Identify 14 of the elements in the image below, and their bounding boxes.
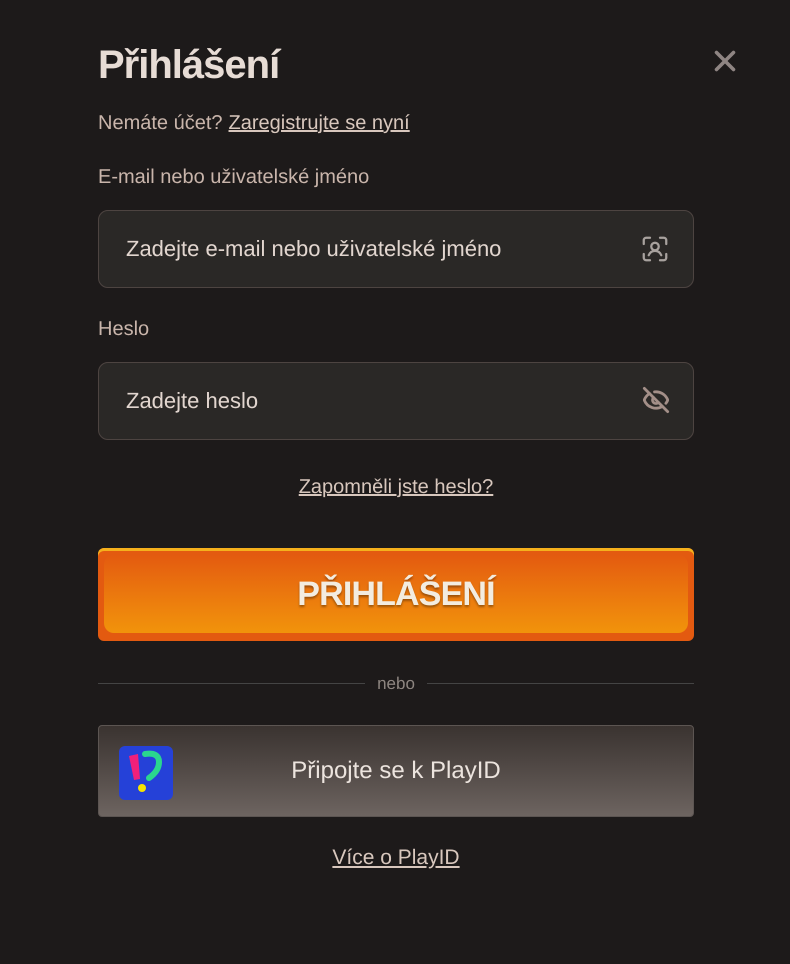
playid-logo-icon — [119, 746, 173, 800]
divider-label: nebo — [377, 673, 415, 695]
signup-prompt: Nemáte účet? — [98, 111, 223, 136]
more-playid-link[interactable]: Více o PlayID — [332, 844, 460, 870]
hide-password-icon[interactable] — [642, 386, 670, 414]
dialog-title: Přihlášení — [98, 42, 282, 89]
playid-button[interactable]: Připojte se k PlayID — [98, 724, 694, 816]
signup-link[interactable]: Zaregistrujte se nyní — [228, 110, 410, 136]
field-label: E-mail nebo uživatelské jméno — [98, 165, 370, 190]
scan-user-icon — [640, 234, 670, 264]
password-field[interactable]: Zadejte heslo — [98, 362, 694, 440]
forgot-password-link[interactable]: Zapomněli jste heslo? — [298, 474, 494, 500]
email-field[interactable]: Zadejte e-mail nebo uživatelské jméno — [98, 210, 694, 288]
field-label: Heslo — [98, 317, 150, 342]
